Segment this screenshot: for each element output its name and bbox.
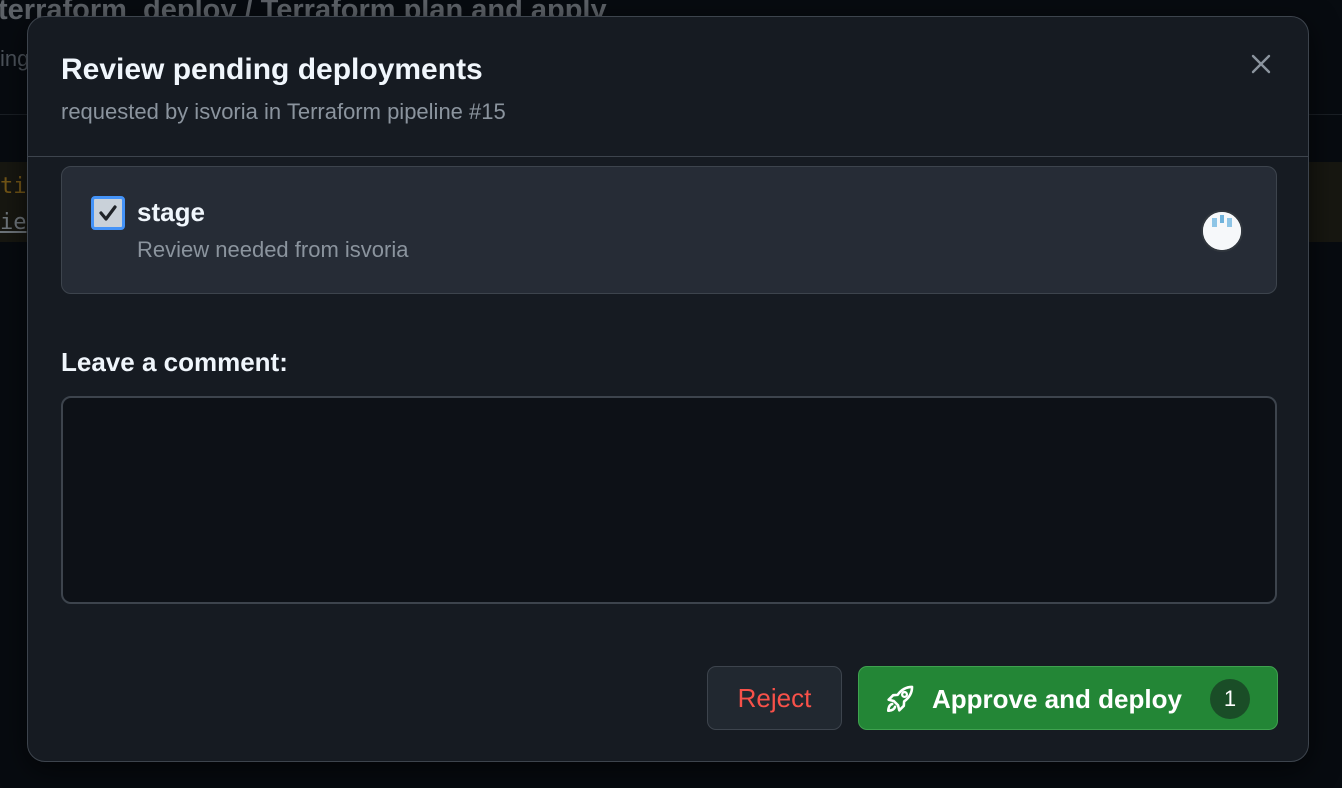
checkmark-icon (99, 205, 117, 221)
comment-textarea[interactable] (61, 396, 1277, 604)
reject-button[interactable]: Reject (707, 666, 842, 730)
user-avatar-icon[interactable] (1201, 210, 1243, 252)
avatar-identicon (1203, 212, 1241, 250)
environment-name: stage (137, 197, 205, 227)
approve-and-deploy-button[interactable]: Approve and deploy 1 (858, 666, 1278, 730)
comment-label: Leave a comment: (61, 347, 288, 377)
environment-card: stage Review needed from isvoria (61, 166, 1277, 294)
environment-reviewer-note: Review needed from isvoria (137, 237, 409, 262)
dialog-title: Review pending deployments (61, 53, 483, 86)
approve-button-label: Approve and deploy (932, 684, 1182, 714)
rocket-icon (886, 685, 914, 713)
x-icon (1251, 54, 1271, 74)
close-button[interactable] (1244, 47, 1278, 81)
dialog-subtitle: requested by isvoria in Terraform pipeli… (61, 99, 506, 124)
approve-count-badge: 1 (1210, 679, 1250, 719)
review-deployments-dialog: Review pending deployments requested by … (27, 16, 1309, 762)
dialog-header: Review pending deployments requested by … (28, 17, 1308, 157)
environment-checkbox[interactable] (91, 196, 125, 230)
